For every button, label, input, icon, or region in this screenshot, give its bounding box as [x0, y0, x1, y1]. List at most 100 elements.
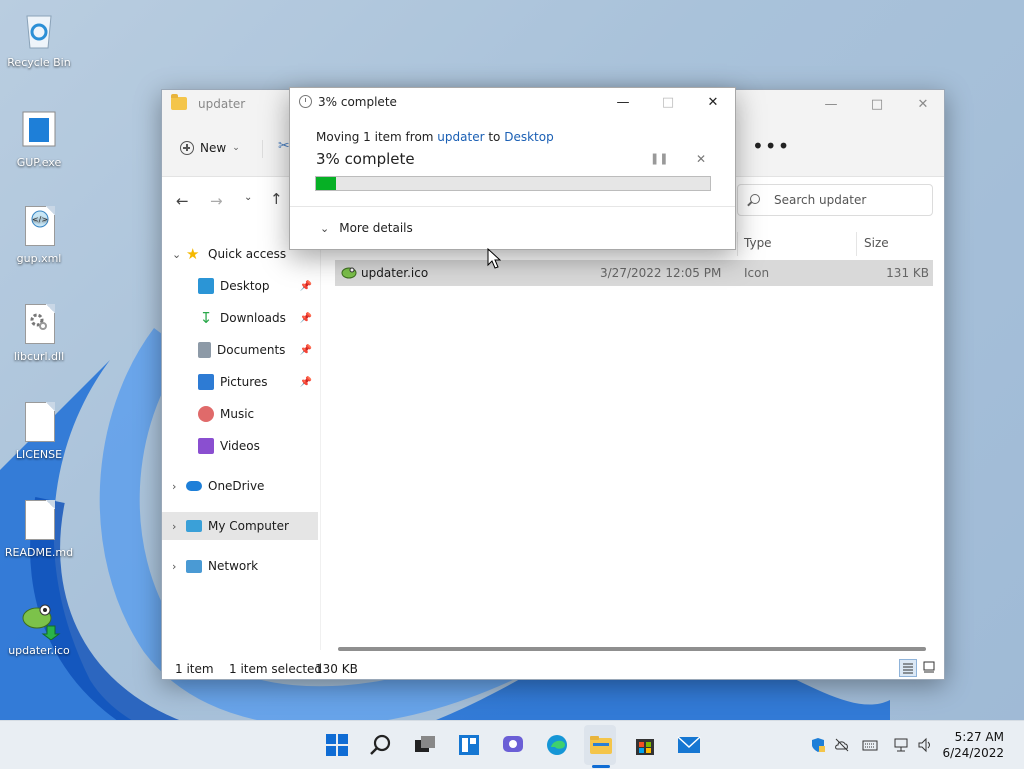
destination-link[interactable]: Desktop: [504, 130, 554, 144]
pause-icon[interactable]: ❚❚: [650, 152, 668, 165]
desktop-icon-gup-exe[interactable]: GUP.exe: [4, 108, 74, 169]
nav-onedrive[interactable]: › OneDrive: [162, 472, 318, 500]
up-arrow-icon[interactable]: ↑: [270, 190, 283, 208]
chat-icon[interactable]: [501, 733, 525, 757]
more-options-icon[interactable]: •••: [752, 134, 790, 158]
file-explorer-icon[interactable]: [589, 733, 613, 757]
keyboard-icon[interactable]: [862, 737, 878, 753]
nav-label: My Computer: [208, 519, 289, 533]
task-view-icon[interactable]: [413, 733, 437, 757]
dialog-divider: [290, 206, 735, 207]
minimize-icon[interactable]: —: [603, 92, 643, 114]
source-link[interactable]: updater: [437, 130, 484, 144]
column-header-type[interactable]: Type: [744, 236, 772, 250]
file-icon: [17, 400, 61, 444]
file-size: 131 KB: [886, 266, 929, 280]
volume-icon[interactable]: [917, 737, 933, 753]
close-icon[interactable]: ✕: [900, 92, 946, 118]
chevron-right-icon: ›: [172, 479, 177, 493]
explorer-title: updater: [198, 97, 246, 111]
move-progress-dialog: 3% complete — □ ✕ Moving 1 item from upd…: [289, 87, 736, 250]
pin-icon: 📌: [299, 376, 312, 388]
clock[interactable]: 5:27 AM 6/24/2022: [942, 729, 1004, 761]
nav-item-music[interactable]: Music: [162, 400, 318, 428]
widgets-icon[interactable]: [457, 733, 481, 757]
star-icon: ★: [186, 245, 200, 263]
moving-to: to: [484, 130, 505, 144]
xml-file-icon: </>: [17, 204, 61, 248]
network-icon[interactable]: [893, 737, 909, 753]
shield-icon[interactable]: [810, 737, 826, 753]
column-separator[interactable]: [737, 232, 738, 256]
chevron-down-icon: ⌄: [320, 221, 330, 235]
column-header-size[interactable]: Size: [864, 236, 889, 250]
edge-icon[interactable]: [545, 733, 569, 757]
progress-fill: [316, 177, 336, 190]
desktop-icon-readme[interactable]: README.md: [4, 498, 74, 559]
mouse-cursor-icon: [487, 248, 501, 269]
clock-time: 5:27 AM: [954, 730, 1004, 744]
nav-item-desktop[interactable]: Desktop 📌: [162, 272, 318, 300]
minimize-icon[interactable]: —: [808, 92, 854, 118]
new-button-label: New: [200, 141, 227, 155]
desktop-icon-updater-ico[interactable]: updater.ico: [4, 596, 74, 657]
details-view-icon[interactable]: [899, 659, 917, 677]
nav-label: Music: [220, 407, 255, 421]
nav-item-videos[interactable]: Videos: [162, 432, 318, 460]
desktop-icon-label: gup.xml: [16, 252, 62, 265]
nav-item-downloads[interactable]: ↧ Downloads 📌: [162, 304, 318, 332]
nav-label: Desktop: [220, 279, 270, 293]
svg-text:</>: </>: [32, 215, 48, 224]
desktop-icon-recycle-bin[interactable]: Recycle Bin: [4, 8, 74, 69]
progress-status: 3% complete: [316, 150, 415, 168]
navigation-pane: ⌄ ★ Quick access Desktop 📌 ↧ Downloads 📌…: [162, 240, 320, 660]
file-date: 3/27/2022 12:05 PM: [600, 266, 722, 280]
desktop-icon-libcurl-dll[interactable]: libcurl.dll: [4, 302, 74, 363]
new-button[interactable]: New ⌄: [180, 136, 240, 160]
nav-item-pictures[interactable]: Pictures 📌: [162, 368, 318, 396]
more-details-button[interactable]: ⌄ More details: [320, 221, 413, 235]
large-icons-view-icon[interactable]: [921, 659, 939, 677]
nav-label: Videos: [220, 439, 260, 453]
taskbar: 5:27 AM 6/24/2022: [0, 720, 1024, 769]
close-icon[interactable]: ✕: [693, 92, 733, 114]
document-icon: [198, 342, 211, 358]
recent-locations-icon[interactable]: ⌄: [244, 192, 252, 203]
moving-description: Moving 1 item from updater to Desktop: [316, 130, 554, 144]
status-size: 130 KB: [315, 662, 358, 676]
desktop-icon-label: LICENSE: [15, 448, 63, 461]
cloud-offline-icon[interactable]: [834, 737, 850, 753]
mail-icon[interactable]: [677, 733, 701, 757]
chameleon-icon: [17, 596, 61, 641]
desktop-icon-gup-xml[interactable]: </> gup.xml: [4, 204, 74, 265]
nav-network[interactable]: › Network: [162, 552, 318, 580]
chevron-down-icon: ⌄: [172, 247, 182, 261]
forward-arrow-icon[interactable]: →: [210, 192, 223, 210]
file-row-updater-ico[interactable]: updater.ico 3/27/2022 12:05 PM Icon 131 …: [335, 260, 933, 286]
desktop-icon-license[interactable]: LICENSE: [4, 400, 74, 461]
back-arrow-icon[interactable]: ←: [176, 192, 189, 210]
pane-divider[interactable]: [320, 240, 321, 650]
clock-date: 6/24/2022: [942, 746, 1004, 760]
search-input[interactable]: Search updater: [737, 184, 933, 216]
nav-label: OneDrive: [208, 479, 265, 493]
cancel-icon[interactable]: ✕: [696, 152, 706, 166]
search-icon[interactable]: [369, 733, 393, 757]
cut-icon[interactable]: ✂: [278, 138, 290, 154]
nav-label: Downloads: [220, 311, 286, 325]
nav-item-documents[interactable]: Documents 📌: [162, 336, 318, 364]
nav-label: Documents: [217, 343, 286, 357]
start-icon[interactable]: [325, 733, 349, 757]
maximize-icon[interactable]: □: [854, 92, 900, 118]
desktop-icon-label: GUP.exe: [16, 156, 62, 169]
exe-icon: [17, 108, 61, 152]
column-separator[interactable]: [856, 232, 857, 256]
horizontal-scrollbar[interactable]: [338, 647, 926, 651]
videos-icon: [198, 438, 214, 454]
clock-icon: [299, 95, 312, 108]
toolbar-divider: [262, 140, 263, 158]
store-icon[interactable]: [633, 733, 657, 757]
nav-my-computer[interactable]: › My Computer: [162, 512, 318, 540]
chameleon-icon: [341, 267, 357, 279]
pin-icon: 📌: [299, 312, 312, 324]
